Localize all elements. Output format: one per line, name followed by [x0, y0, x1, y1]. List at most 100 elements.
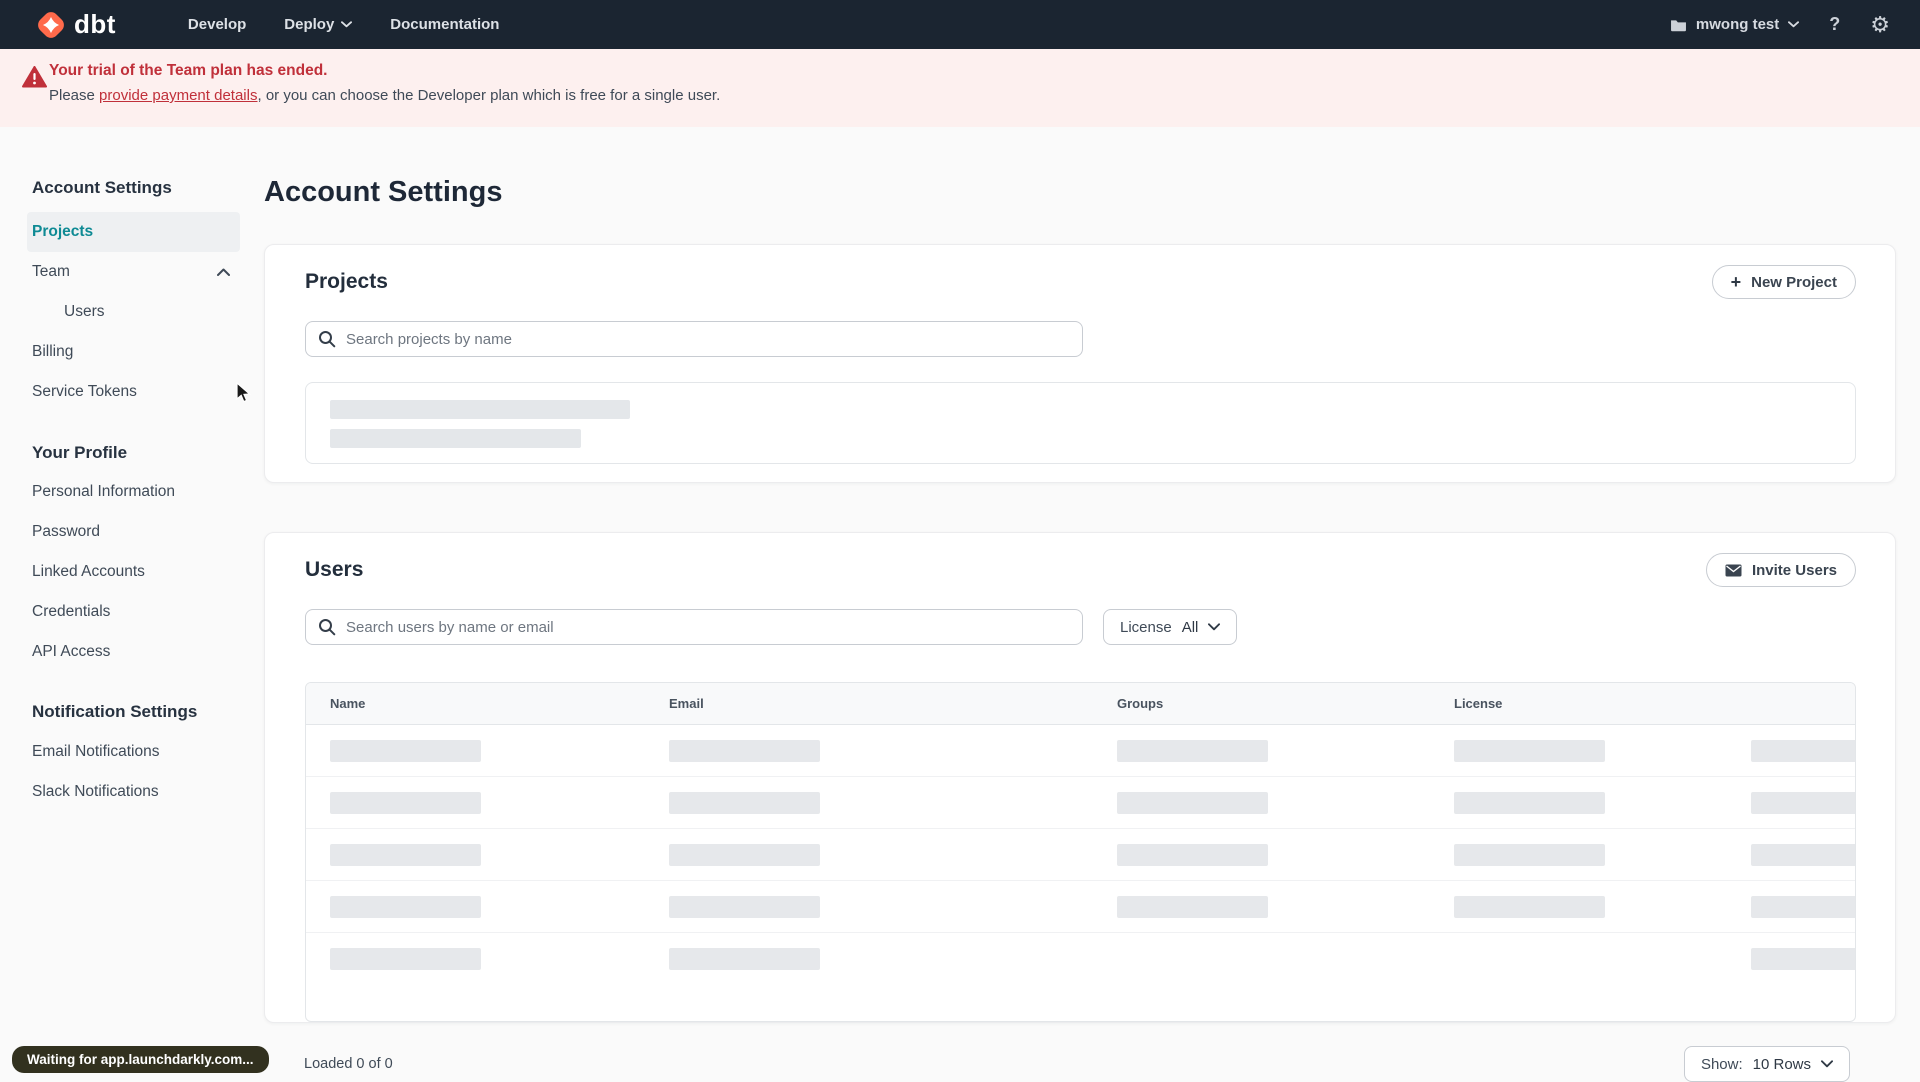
chevron-down-icon — [1208, 623, 1221, 631]
banner-text: , or you can choose the Developer plan w… — [257, 87, 721, 104]
skeleton-bar — [1117, 739, 1268, 762]
sidebar-item-team[interactable]: Team — [27, 252, 240, 292]
loaded-count: Loaded 0 of 0 — [304, 1056, 393, 1072]
dbt-logo[interactable]: dbt — [34, 8, 116, 42]
help-icon[interactable]: ? — [1829, 14, 1840, 35]
license-filter-label: License — [1120, 618, 1172, 636]
sidebar-item-password[interactable]: Password — [27, 512, 240, 552]
projects-loading-panel — [305, 382, 1856, 464]
column-header-email: Email — [669, 696, 704, 711]
sidebar-item-slack-notifications[interactable]: Slack Notifications — [27, 772, 240, 812]
main-menu: Develop Deploy Documentation — [150, 16, 500, 33]
skeleton-bar — [669, 895, 820, 918]
skeleton-bar — [1117, 895, 1268, 918]
chevron-down-icon — [1821, 1060, 1833, 1068]
skeleton-bar — [1117, 791, 1268, 814]
nav-item-documentation[interactable]: Documentation — [390, 16, 499, 33]
skeleton-bar — [1117, 843, 1268, 866]
sidebar-item-users[interactable]: Users — [27, 292, 240, 332]
sidebar-item-billing[interactable]: Billing — [27, 332, 240, 372]
dbt-logo-icon — [38, 11, 64, 38]
invite-users-button[interactable]: Invite Users — [1705, 553, 1856, 587]
skeleton-bar — [669, 739, 820, 762]
chevron-down-icon — [341, 21, 353, 28]
show-rows-label: Show: — [1700, 1055, 1743, 1073]
nav-item-deploy-label: Deploy — [284, 16, 335, 33]
skeleton-bar — [330, 791, 481, 814]
page-title: Account Settings — [264, 176, 503, 208]
skeleton-bar — [669, 791, 820, 814]
license-filter-dropdown[interactable]: License All — [1103, 609, 1238, 645]
table-row — [306, 777, 1855, 829]
skeleton-bar — [330, 895, 481, 918]
skeleton-bar — [330, 429, 581, 448]
show-rows-dropdown[interactable]: Show: 10 Rows — [1683, 1046, 1850, 1082]
column-header-name: Name — [330, 696, 366, 711]
sidebar-item-credentials[interactable]: Credentials — [27, 592, 240, 632]
main-content: Account Settings Projects + New Project — [264, 176, 1896, 1082]
skeleton-bar — [1751, 791, 1855, 814]
sidebar-section-account-settings: Account Settings — [32, 178, 172, 197]
skeleton-bar — [1454, 895, 1605, 918]
table-header-row: Name Email Groups License — [306, 683, 1855, 725]
search-users-input[interactable] — [305, 609, 1083, 645]
nav-item-deploy[interactable]: Deploy — [284, 16, 353, 33]
folder-icon — [1670, 19, 1686, 31]
new-project-button[interactable]: + New Project — [1711, 265, 1856, 299]
users-table: Name Email Groups License — [305, 682, 1856, 1022]
skeleton-bar — [330, 843, 481, 866]
plus-icon: + — [1730, 272, 1742, 292]
skeleton-bar — [669, 843, 820, 866]
account-switcher[interactable]: mwong test — [1670, 16, 1800, 33]
skeleton-bar — [1751, 843, 1855, 866]
table-row — [306, 881, 1855, 933]
sidebar-item-linked-accounts[interactable]: Linked Accounts — [27, 552, 240, 592]
search-icon — [319, 619, 336, 636]
sidebar-item-projects[interactable]: Projects — [27, 212, 240, 252]
skeleton-bar — [669, 948, 820, 970]
column-header-groups: Groups — [1117, 696, 1164, 711]
envelope-icon — [1725, 564, 1742, 576]
skeleton-bar — [1454, 843, 1605, 866]
sidebar-item-email-notifications[interactable]: Email Notifications — [27, 732, 240, 772]
table-row — [306, 829, 1855, 881]
show-rows-value: 10 Rows — [1752, 1055, 1811, 1073]
search-projects-input[interactable] — [305, 321, 1083, 357]
skeleton-bar — [330, 948, 481, 970]
table-row — [306, 933, 1855, 985]
trial-ended-banner: Your trial of the Team plan has ended. P… — [0, 49, 1920, 127]
skeleton-bar — [1751, 948, 1855, 970]
banner-body: Please provide payment details, or you c… — [49, 87, 1920, 104]
table-row — [306, 725, 1855, 777]
sidebar-item-personal-information[interactable]: Personal Information — [27, 472, 240, 512]
users-card-title: Users — [305, 558, 364, 581]
sidebar-item-api-access[interactable]: API Access — [27, 632, 240, 672]
skeleton-bar — [1751, 739, 1855, 762]
projects-card-title: Projects — [305, 270, 388, 293]
sidebar-section-notification-settings: Notification Settings — [32, 702, 198, 721]
payment-details-link[interactable]: provide payment details — [99, 87, 257, 104]
sidebar-item-team-label: Team — [32, 263, 70, 280]
banner-text: Please — [49, 87, 100, 104]
skeleton-bar — [1454, 739, 1605, 762]
column-header-license: License — [1454, 696, 1503, 711]
users-card: Users Invite Users License All — [264, 532, 1896, 1023]
table-footer: Loaded 0 of 0 Show: 10 Rows — [264, 1046, 1896, 1082]
dbt-logo-text: dbt — [74, 9, 116, 39]
banner-title: Your trial of the Team plan has ended. — [49, 62, 328, 79]
sidebar-section-your-profile: Your Profile — [32, 443, 128, 462]
skeleton-bar — [1454, 791, 1605, 814]
nav-item-develop[interactable]: Develop — [188, 16, 246, 33]
account-name: mwong test — [1695, 16, 1780, 33]
new-project-label: New Project — [1751, 273, 1837, 291]
invite-users-label: Invite Users — [1751, 561, 1837, 579]
chevron-up-icon — [217, 268, 230, 276]
settings-gear-icon[interactable]: ⚙ — [1870, 13, 1890, 36]
license-filter-value: All — [1181, 618, 1199, 636]
search-icon — [319, 331, 336, 348]
sidebar-item-service-tokens[interactable]: Service Tokens — [27, 372, 240, 412]
skeleton-bar — [330, 400, 630, 419]
projects-card: Projects + New Project — [264, 244, 1896, 483]
chevron-down-icon — [1788, 21, 1800, 28]
warning-icon — [22, 66, 47, 88]
